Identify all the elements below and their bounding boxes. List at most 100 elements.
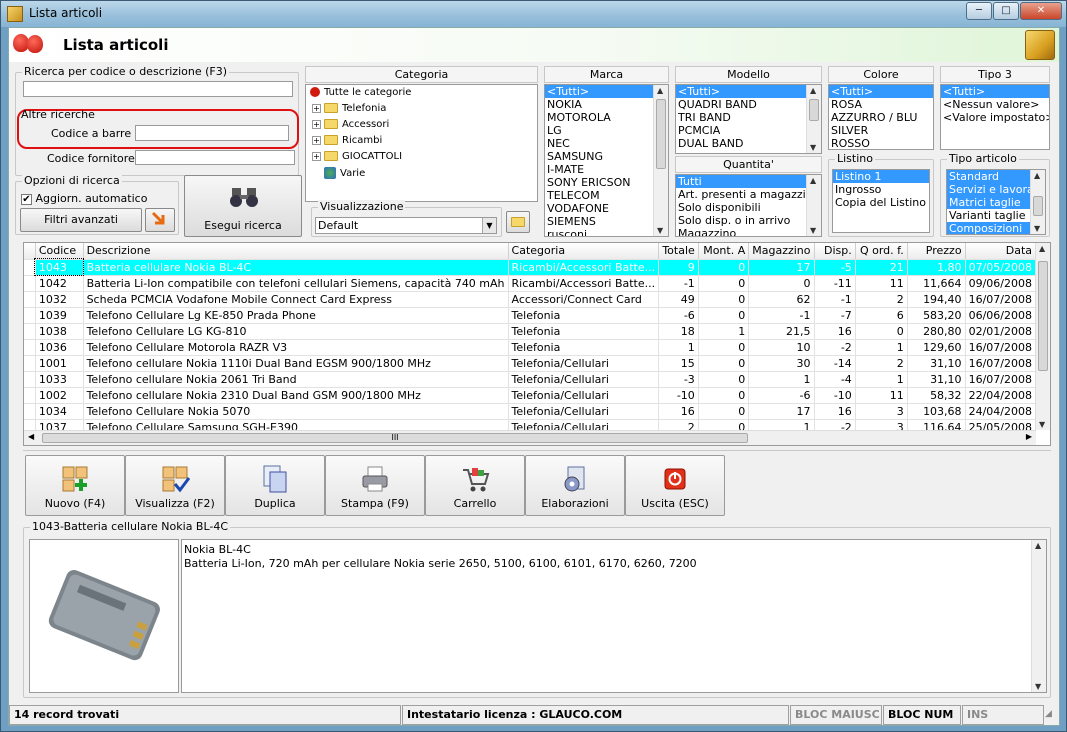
quantity-scrollbar[interactable]: ▲ ▼ bbox=[806, 175, 821, 236]
list-item[interactable]: SIEMENS bbox=[545, 215, 668, 228]
chevron-down-icon[interactable]: ▼ bbox=[482, 218, 496, 233]
row-indicator[interactable] bbox=[24, 355, 36, 372]
auto-update-checkbox[interactable]: ✔ Aggiorn. automatico bbox=[21, 192, 147, 205]
list-item[interactable]: Art. presenti a magazzino bbox=[676, 188, 821, 201]
list-item[interactable]: rusconi bbox=[545, 228, 668, 236]
category-tree[interactable]: Tutte le categorie + Telefonia + Accessori… bbox=[305, 84, 538, 202]
list-item[interactable]: PCMCIA bbox=[676, 124, 821, 137]
hscroll-thumb[interactable]: III bbox=[42, 433, 748, 443]
row-indicator[interactable] bbox=[24, 323, 36, 340]
list-item[interactable]: MOTOROLA bbox=[545, 111, 668, 124]
list-item[interactable]: ROSSO bbox=[829, 137, 933, 149]
list-item[interactable]: SONY ERICSON bbox=[545, 176, 668, 189]
table-row[interactable]: 1043 Batteria cellulare Nokia BL-4C Ricamb… bbox=[24, 258, 1036, 276]
list-item[interactable]: DUAL BAND bbox=[676, 137, 821, 150]
column-header[interactable]: Disp. bbox=[814, 243, 856, 260]
row-indicator[interactable] bbox=[24, 339, 36, 356]
list-item[interactable]: Solo disponibili bbox=[676, 201, 821, 214]
tree-node-varie[interactable]: Varie bbox=[324, 167, 365, 179]
model-list[interactable]: <Tutti> QUADRI BAND TRI BAND PCMCIA DUAL… bbox=[675, 84, 822, 154]
list-item[interactable]: SAMSUNG bbox=[545, 150, 668, 163]
code-description-input[interactable] bbox=[23, 81, 293, 97]
list-item[interactable]: Listino 1 bbox=[833, 170, 929, 183]
quantity-list[interactable]: Tutti Art. presenti a magazzino Solo dis… bbox=[675, 174, 822, 237]
list-item[interactable]: Magazzino bbox=[676, 227, 821, 236]
detail-scrollbar[interactable]: ▲ ▼ bbox=[1031, 540, 1046, 692]
toolbar-button-new[interactable]: Nuovo (F4) bbox=[25, 455, 125, 516]
list-item[interactable]: NOKIA bbox=[545, 98, 668, 111]
article-type-list[interactable]: Standard Servizi e lavoraz Matrici tagli… bbox=[946, 169, 1046, 235]
row-indicator[interactable] bbox=[24, 291, 36, 308]
tree-node-ricambi[interactable]: + Ricambi bbox=[312, 135, 382, 146]
expand-icon[interactable]: + bbox=[312, 151, 321, 161]
column-header[interactable]: Descrizione bbox=[83, 243, 509, 260]
scroll-left-icon[interactable]: ◀ bbox=[28, 432, 34, 441]
close-button[interactable]: ✕ bbox=[1020, 2, 1062, 20]
supplier-code-input[interactable] bbox=[135, 150, 295, 165]
table-row[interactable]: 1036 Telefono Cellulare Motorola RAZR V3 T… bbox=[24, 339, 1036, 356]
table-row[interactable]: 1032 Scheda PCMCIA Vodafone Mobile Connec… bbox=[24, 291, 1036, 308]
row-indicator[interactable] bbox=[24, 403, 36, 420]
list-item[interactable]: Solo disp. o in arrivo bbox=[676, 214, 821, 227]
column-header[interactable]: Prezzo bbox=[907, 243, 966, 260]
list-item[interactable]: QUADRI BAND bbox=[676, 98, 821, 111]
column-header[interactable]: Totale bbox=[658, 243, 699, 260]
color-list[interactable]: <Tutti> ROSA AZZURRO / BLU SILVER ROSSO bbox=[828, 84, 934, 150]
row-indicator[interactable] bbox=[24, 371, 36, 388]
article-type-scrollbar[interactable]: ▲ ▼ bbox=[1030, 170, 1045, 234]
row-indicator[interactable] bbox=[24, 259, 36, 276]
brand-scrollbar[interactable]: ▲ ▼ bbox=[653, 85, 668, 236]
resize-grip-icon[interactable]: ◢ bbox=[1045, 709, 1057, 723]
list-item[interactable]: I-MATE bbox=[545, 163, 668, 176]
run-search-button[interactable]: Esegui ricerca bbox=[184, 175, 302, 237]
toolbar-button-view[interactable]: Visualizza (F2) bbox=[125, 455, 225, 516]
price-list-list[interactable]: Listino 1 Ingrosso Copia del Listino 1 bbox=[832, 169, 930, 233]
tree-node-accessori[interactable]: + Accessori bbox=[312, 119, 389, 130]
list-item[interactable]: LG bbox=[545, 124, 668, 137]
tipo3-list[interactable]: <Tutti> <Nessun valore> <Valore impostat… bbox=[940, 84, 1050, 150]
column-header[interactable]: Data bbox=[965, 243, 1036, 260]
grid-vertical-scrollbar[interactable]: ▲ ▼ bbox=[1035, 243, 1050, 430]
column-header[interactable]: Codice bbox=[35, 243, 84, 260]
model-scrollbar[interactable]: ▲ ▼ bbox=[806, 85, 821, 153]
list-item[interactable]: TELECOM bbox=[545, 189, 668, 202]
list-item[interactable]: Tutti bbox=[676, 175, 821, 188]
list-item[interactable]: <Tutti> bbox=[676, 85, 821, 98]
expand-icon[interactable]: + bbox=[312, 135, 321, 145]
row-indicator[interactable] bbox=[24, 387, 36, 404]
list-item[interactable]: <Nessun valore> bbox=[941, 98, 1049, 111]
view-select[interactable]: Default ▼ bbox=[315, 217, 497, 234]
list-item[interactable]: <Tutti> bbox=[829, 85, 933, 98]
brand-list[interactable]: <Tutti> NOKIA MOTOROLA LG NEC SAMSUNG I-… bbox=[544, 84, 669, 237]
list-item[interactable]: <Tutti> bbox=[941, 85, 1049, 98]
list-item[interactable]: AZZURRO / BLU bbox=[829, 111, 933, 124]
expand-icon[interactable]: + bbox=[312, 119, 321, 129]
row-indicator[interactable] bbox=[24, 419, 36, 430]
tree-root[interactable]: Tutte le categorie bbox=[310, 87, 411, 98]
tree-node-giocattoli[interactable]: + GIOCATTOLI bbox=[312, 151, 402, 162]
reset-filters-button[interactable] bbox=[145, 208, 175, 232]
toolbar-button-gear[interactable]: Elaborazioni bbox=[525, 455, 625, 516]
list-item[interactable]: SILVER bbox=[829, 124, 933, 137]
list-item[interactable]: Ingrosso bbox=[833, 183, 929, 196]
toolbar-button-printer[interactable]: Stampa (F9) bbox=[325, 455, 425, 516]
list-item[interactable]: ROSA bbox=[829, 98, 933, 111]
barcode-input[interactable] bbox=[135, 125, 289, 141]
row-indicator[interactable] bbox=[24, 275, 36, 292]
table-row[interactable]: 1033 Telefono cellulare Nokia 2061 Tri Ba… bbox=[24, 371, 1036, 388]
list-item[interactable]: <Valore impostato> bbox=[941, 111, 1049, 124]
toolbar-button-exit[interactable]: Uscita (ESC) bbox=[625, 455, 725, 516]
toolbar-button-duplicate[interactable]: Duplica bbox=[225, 455, 325, 516]
advanced-filters-button[interactable]: Filtri avanzati bbox=[20, 208, 142, 232]
tree-node-telefonia[interactable]: + Telefonia bbox=[312, 103, 386, 114]
list-item[interactable]: VODAFONE bbox=[545, 202, 668, 215]
row-indicator[interactable] bbox=[24, 307, 36, 324]
table-row[interactable]: 1001 Telefono cellulare Nokia 1110i Dual … bbox=[24, 355, 1036, 372]
table-row[interactable]: 1042 Batteria Li-Ion compatibile con tele… bbox=[24, 275, 1036, 292]
expand-icon[interactable]: + bbox=[312, 103, 321, 113]
list-item[interactable]: Copia del Listino 1 bbox=[833, 196, 929, 209]
column-header[interactable]: Categoria bbox=[508, 243, 660, 260]
table-row[interactable]: 1034 Telefono Cellulare Nokia 5070 Telefon… bbox=[24, 403, 1036, 420]
table-row[interactable]: 1039 Telefono Cellulare Lg KE-850 Prada P… bbox=[24, 307, 1036, 324]
column-header[interactable]: Q ord. f. bbox=[855, 243, 908, 260]
